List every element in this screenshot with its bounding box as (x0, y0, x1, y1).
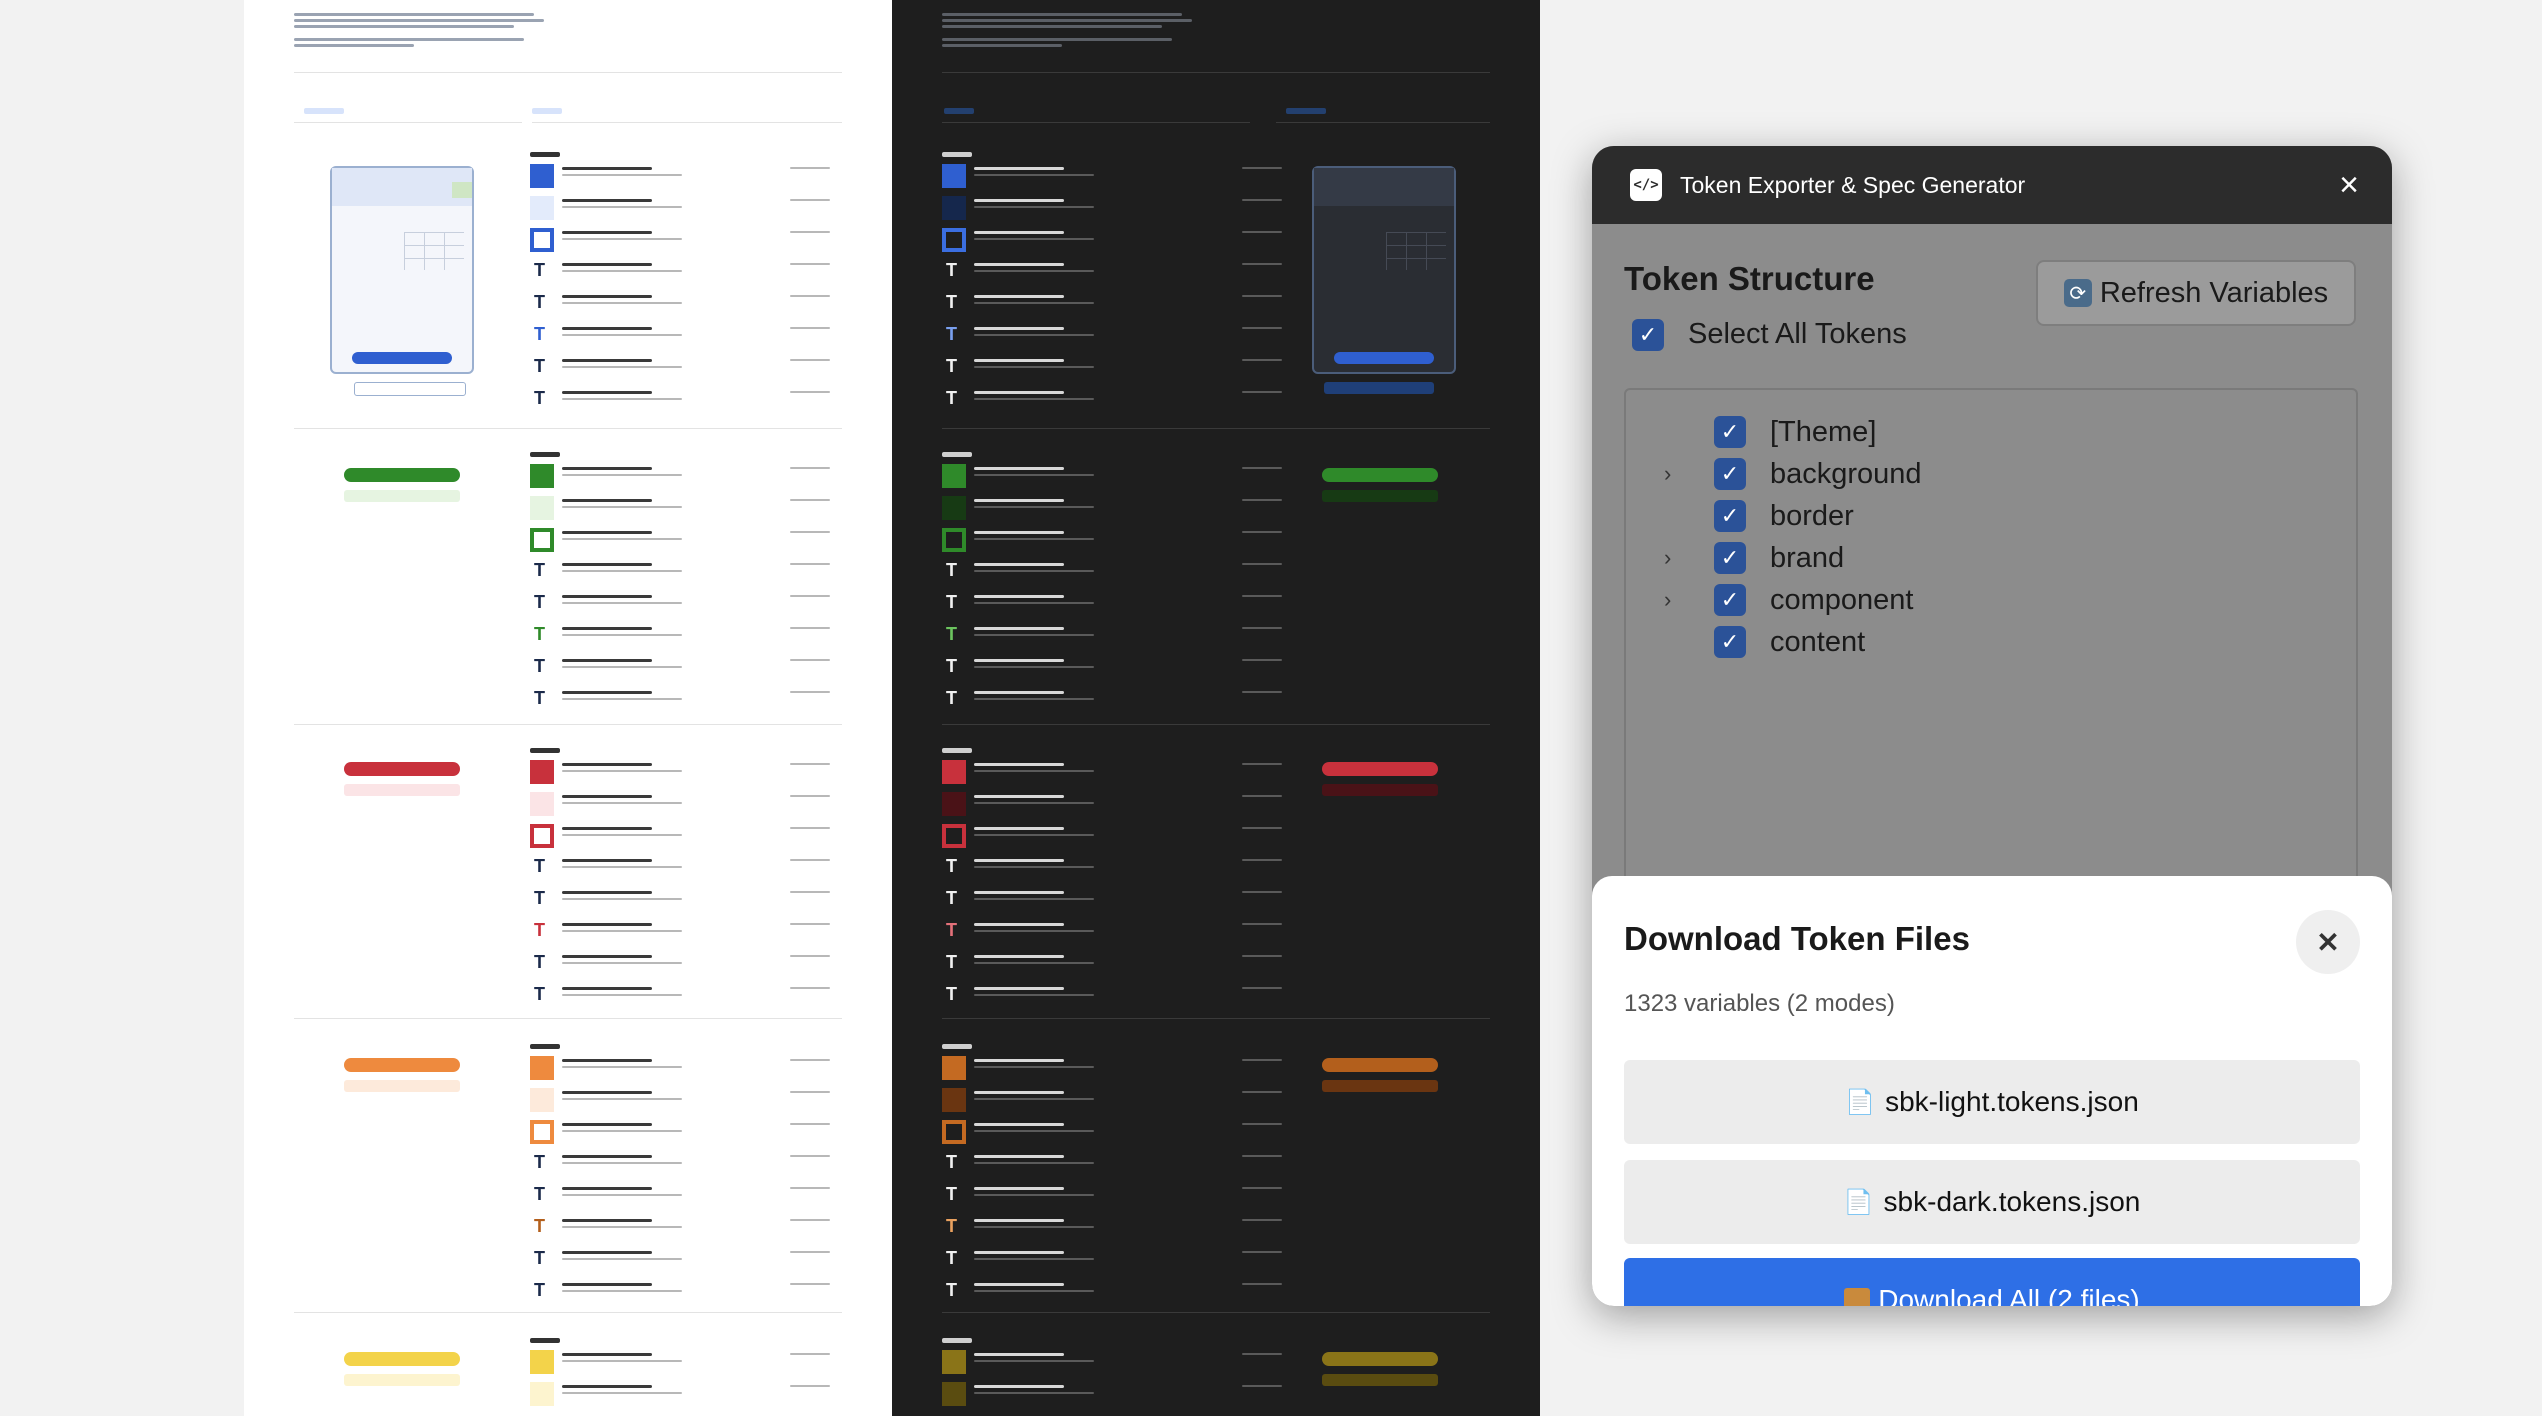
modal-title: Download Token Files (1624, 920, 1970, 957)
chevron-right-icon[interactable]: › (1664, 587, 1684, 613)
mock-screen (1312, 166, 1456, 374)
light-theme-frame: T T T T T T T T T T T T T T T T T T T T (244, 0, 892, 1416)
intro-text (942, 10, 1202, 50)
plugin-header: </> Token Exporter & Spec Generator × (1592, 146, 2392, 224)
close-icon: × (2339, 166, 2359, 204)
select-all-label: Select All Tokens (1688, 318, 1907, 350)
download-light-file-button[interactable]: 📄 sbk-light.tokens.json (1624, 1060, 2360, 1144)
variables-summary: 1323 variables (2 modes) (1624, 990, 1895, 1017)
close-modal-button[interactable]: ✕ (2296, 910, 2360, 974)
file-label: sbk-light.tokens.json (1885, 1086, 2139, 1117)
download-all-button[interactable]: Download All (2 files) (1624, 1258, 2360, 1306)
token-structure-heading: Token Structure (1624, 260, 1875, 297)
close-icon: ✕ (2316, 926, 2340, 958)
close-plugin-button[interactable]: × (2332, 168, 2366, 202)
code-icon: </> (1630, 169, 1662, 201)
dark-theme-frame: T T T T T T T T T T T T T T T T T T T T (892, 0, 1540, 1416)
select-all-tokens[interactable]: ✓ Select All Tokens (1632, 318, 1907, 351)
refresh-label: Refresh Variables (2099, 276, 2329, 309)
intro-text (294, 10, 554, 50)
download-all-label: Download All (2 files) (1878, 1284, 2140, 1306)
chip (532, 108, 562, 114)
download-modal: Download Token Files ✕ 1323 variables (2… (1592, 876, 2392, 1306)
chevron-right-icon[interactable]: › (1664, 545, 1684, 571)
download-dark-file-button[interactable]: 📄 sbk-dark.tokens.json (1624, 1160, 2360, 1244)
chip (304, 108, 344, 114)
mock-screen (330, 166, 474, 374)
plugin-window: </> Token Exporter & Spec Generator × To… (1592, 146, 2392, 1306)
file-icon: 📄 (1843, 1188, 1874, 1216)
checkbox-icon[interactable]: ✓ (1632, 318, 1664, 351)
plugin-title: Token Exporter & Spec Generator (1680, 171, 2026, 198)
token-tree: ✓ [Theme] › ✓ background ✓ border › ✓ br… (1624, 388, 2358, 888)
chevron-right-icon[interactable]: › (1664, 461, 1684, 487)
file-icon: 📄 (1845, 1088, 1876, 1116)
tree-item-content[interactable]: ✓ content (1626, 612, 1865, 672)
chip (944, 108, 974, 114)
refresh-icon: ⟳ (2063, 279, 2092, 307)
refresh-variables-button[interactable]: ⟳ Refresh Variables (2036, 260, 2356, 326)
plugin-body: Token Structure ⟳ Refresh Variables ✓ Se… (1592, 224, 2392, 1306)
checkbox-icon[interactable]: ✓ (1714, 626, 1746, 658)
chip (1286, 108, 1326, 114)
file-label: sbk-dark.tokens.json (1883, 1186, 2141, 1217)
package-icon (1844, 1288, 1871, 1306)
tree-item-label: content (1770, 625, 1866, 658)
